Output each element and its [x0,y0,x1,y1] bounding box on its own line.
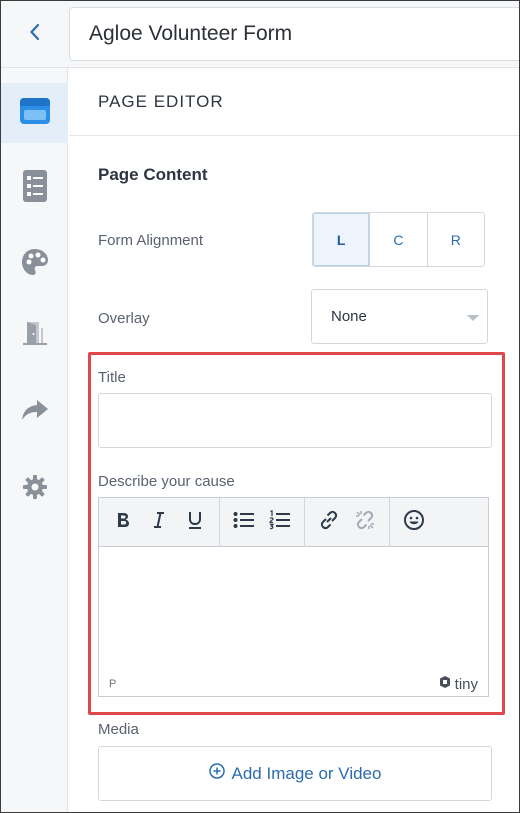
bold-icon [115,511,131,534]
section-header: PAGE EDITOR [69,68,519,136]
tiny-brand-text: tiny [454,675,478,693]
form-alignment-label: Form Alignment [98,232,204,249]
emoji-button[interactable] [396,505,432,541]
underline-button[interactable] [177,505,213,541]
list-group [220,498,305,547]
back-button[interactable] [1,1,68,67]
media-label: Media [98,721,139,738]
bullet-list-button[interactable] [226,505,262,541]
top-bar: Agloe Volunteer Form [1,1,519,68]
main-panel: PAGE EDITOR Page Content Form Alignment … [69,68,519,812]
align-center-button[interactable]: C [370,213,428,266]
palette-icon [21,248,49,281]
page-content-heading: Page Content [98,165,208,184]
add-media-label: Add Image or Video [231,763,382,783]
format-group [99,498,220,547]
title-label: Title [98,369,126,386]
sidebar-item-exit-page[interactable] [1,305,68,365]
editor-statusbar: P tiny [99,674,488,696]
gear-icon [22,474,48,505]
sidebar [1,68,68,812]
rich-text-editor: P tiny [98,497,489,697]
bullet-list-icon [233,511,255,534]
chevron-down-icon [467,315,479,321]
sidebar-item-share[interactable] [1,382,68,442]
sidebar-item-settings[interactable] [1,459,68,519]
emoji-icon [403,509,425,536]
add-media-button[interactable]: Add Image or Video [98,746,492,801]
form-title-box[interactable]: Agloe Volunteer Form [69,7,519,61]
cause-label: Describe your cause [98,473,235,490]
sidebar-item-theme[interactable] [1,234,68,294]
section-title: PAGE EDITOR [98,92,224,111]
chevron-left-icon [29,23,41,46]
italic-button[interactable] [141,505,177,541]
italic-icon [152,511,166,534]
form-title: Agloe Volunteer Form [89,22,293,45]
share-arrow-icon [21,398,49,427]
numbered-list-button[interactable] [262,505,298,541]
underline-icon [187,510,203,535]
bold-button[interactable] [105,505,141,541]
align-right-button[interactable]: R [427,213,484,266]
unlink-button[interactable] [347,505,383,541]
browser-window-icon [19,97,51,130]
plus-circle-icon [208,763,225,784]
link-group [305,498,390,547]
align-left-button[interactable]: L [313,213,371,266]
sidebar-item-page-editor[interactable] [1,83,68,143]
tiny-logo-icon [438,675,452,693]
link-icon [318,509,340,536]
editor-toolbar [99,498,488,547]
overlay-value: None [331,308,367,325]
link-button[interactable] [311,505,347,541]
door-icon [21,319,49,352]
unlink-icon [354,509,376,536]
editor-content-area[interactable] [99,547,488,673]
overlay-label: Overlay [98,310,150,327]
app-frame: Agloe Volunteer Form PAGE EDITOR Page Co… [0,0,520,813]
tiny-brand[interactable]: tiny [438,675,478,693]
overlay-select[interactable]: None [311,289,488,344]
emoji-group [390,498,438,547]
sidebar-item-form-fields[interactable] [1,158,68,218]
list-icon [22,169,48,208]
title-input[interactable] [98,393,492,448]
element-path[interactable]: P [109,678,116,690]
alignment-button-group: L C R [312,212,485,267]
numbered-list-icon [269,510,291,535]
